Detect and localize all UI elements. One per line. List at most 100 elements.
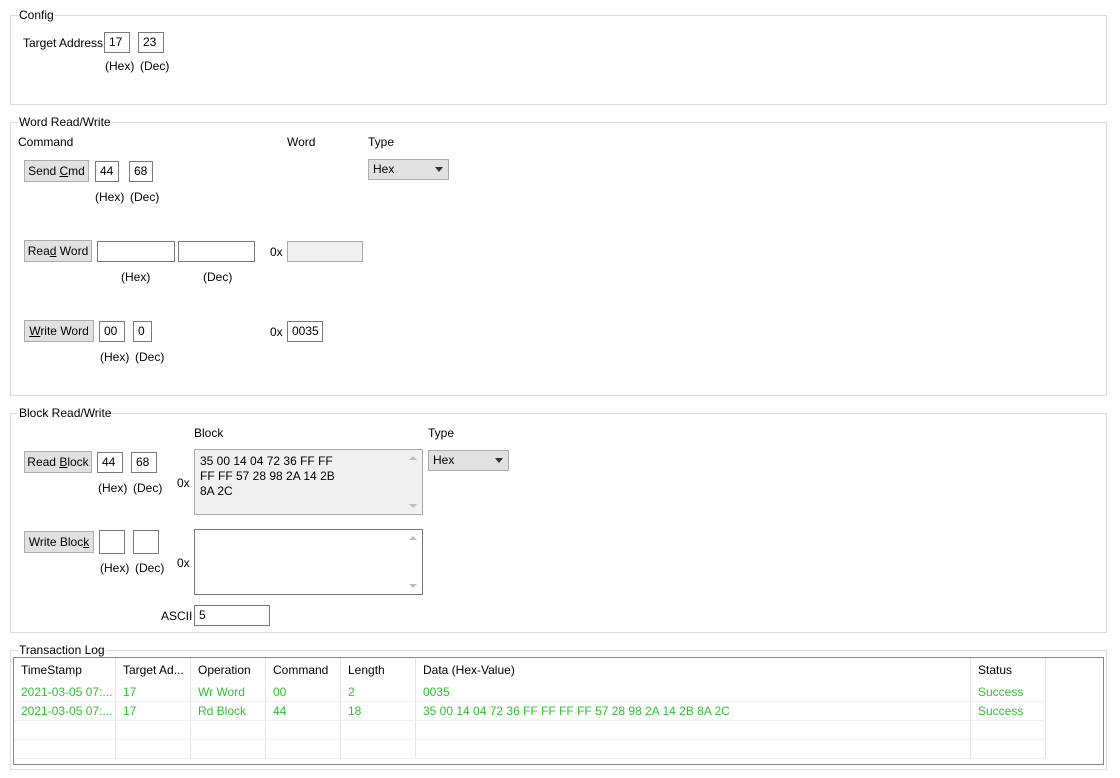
command-label: Command	[18, 135, 74, 149]
target-address-dec-field[interactable]: 23	[138, 32, 164, 53]
read-word-value-field	[287, 241, 363, 262]
column-header-filler	[1046, 658, 1103, 682]
write-block-textarea[interactable]	[194, 529, 423, 595]
read-block-scrollbar[interactable]	[405, 450, 422, 514]
column-header-target-address[interactable]: Target Ad...	[116, 658, 191, 682]
read-block-line: FF FF 57 28 98 2A 14 2B	[200, 469, 335, 483]
table-row[interactable]: 2	[341, 683, 416, 702]
table-row[interactable]: 2021-03-05 07:...	[14, 683, 116, 702]
read-block-hex-label: (Hex)	[98, 481, 128, 495]
ascii-label: ASCII	[161, 609, 193, 623]
target-dec-label: (Dec)	[140, 59, 170, 73]
word-type-select[interactable]: Hex	[368, 159, 449, 180]
read-block-line: 8A 2C	[200, 484, 233, 498]
column-header-operation[interactable]: Operation	[191, 658, 266, 682]
empty-row-cell	[191, 721, 266, 740]
word-type-value: Hex	[373, 162, 395, 176]
send-cmd-dec-label: (Dec)	[130, 190, 160, 204]
write-word-hex-field[interactable]: 00	[99, 321, 125, 342]
write-word-0x-label: 0x	[270, 325, 283, 339]
column-header-length[interactable]: Length	[341, 658, 416, 682]
block-type-label: Type	[428, 426, 455, 440]
write-word-dec-label: (Dec)	[135, 350, 165, 364]
table-row[interactable]: Success	[971, 702, 1046, 721]
send-cmd-hex-field[interactable]: 44	[95, 161, 119, 182]
empty-row-cell	[341, 740, 416, 759]
write-block-0x-label: 0x	[177, 556, 190, 570]
write-block-dec-label: (Dec)	[135, 561, 165, 575]
empty-row-cell	[14, 721, 116, 740]
read-block-button[interactable]: Read Block	[24, 451, 92, 473]
write-block-button[interactable]: Write Block	[24, 531, 94, 553]
table-row[interactable]: 44	[266, 702, 341, 721]
scroll-down-icon[interactable]	[409, 584, 417, 588]
table-row[interactable]: Wr Word	[191, 683, 266, 702]
target-hex-label: (Hex)	[105, 59, 135, 73]
empty-row-cell	[266, 740, 341, 759]
read-block-0x-label: 0x	[177, 476, 190, 490]
read-block-hex-field[interactable]: 44	[97, 452, 123, 473]
table-row[interactable]: 00	[266, 683, 341, 702]
table-row[interactable]: Success	[971, 683, 1046, 702]
empty-row-cell	[14, 740, 116, 759]
write-word-value-field[interactable]: 0035	[287, 321, 323, 342]
table-row[interactable]: 0035	[416, 683, 971, 702]
empty-row-cell	[971, 740, 1046, 759]
read-block-dec-label: (Dec)	[133, 481, 163, 495]
read-word-dec-field[interactable]	[178, 241, 255, 262]
block-label: Block	[194, 426, 224, 440]
config-title: Config	[18, 8, 55, 22]
transaction-log-grid[interactable]: TimeStamp Target Ad... Operation Command…	[13, 657, 1104, 765]
send-cmd-button[interactable]: Send Cmd	[24, 160, 89, 182]
scroll-down-icon[interactable]	[409, 504, 417, 508]
read-word-hex-field[interactable]	[97, 241, 175, 262]
empty-row-cell	[116, 740, 191, 759]
empty-row-cell	[341, 721, 416, 740]
table-row[interactable]: 17	[116, 702, 191, 721]
empty-row-cell	[191, 740, 266, 759]
send-cmd-hex-label: (Hex)	[95, 190, 125, 204]
table-row[interactable]: 17	[116, 683, 191, 702]
write-block-scrollbar[interactable]	[405, 530, 422, 594]
empty-row-cell	[971, 721, 1046, 740]
read-word-dec-label: (Dec)	[203, 270, 233, 284]
empty-row-cell	[416, 740, 971, 759]
log-title: Transaction Log	[18, 643, 106, 657]
scroll-up-icon[interactable]	[409, 536, 417, 540]
chevron-down-icon	[495, 458, 503, 463]
write-word-hex-label: (Hex)	[100, 350, 130, 364]
empty-row-cell	[116, 721, 191, 740]
read-word-button[interactable]: Read Word	[24, 240, 92, 262]
empty-row-cell	[416, 721, 971, 740]
write-block-hex-field[interactable]	[99, 530, 125, 554]
block-type-select[interactable]: Hex	[428, 450, 509, 471]
write-block-dec-field[interactable]	[133, 530, 159, 554]
block-type-value: Hex	[433, 453, 455, 467]
column-header-status[interactable]: Status	[971, 658, 1046, 682]
table-row[interactable]: Rd Block	[191, 702, 266, 721]
target-address-hex-field[interactable]: 17	[104, 32, 130, 53]
ascii-field[interactable]: 5	[194, 605, 270, 626]
read-word-0x-label: 0x	[270, 245, 283, 259]
write-block-hex-label: (Hex)	[100, 561, 130, 575]
empty-row-cell	[266, 721, 341, 740]
send-cmd-dec-field[interactable]: 68	[129, 161, 153, 182]
scroll-up-icon[interactable]	[409, 456, 417, 460]
table-row[interactable]: 18	[341, 702, 416, 721]
table-row[interactable]: 2021-03-05 07:...	[14, 702, 116, 721]
block-rw-group: Block Read/Write	[10, 406, 1107, 633]
config-group: Config	[10, 8, 1107, 105]
write-word-button[interactable]: Write Word	[24, 320, 94, 342]
word-type-label: Type	[368, 135, 395, 149]
column-header-command[interactable]: Command	[266, 658, 341, 682]
column-header-timestamp[interactable]: TimeStamp	[14, 658, 116, 682]
read-block-line: 35 00 14 04 72 36 FF FF	[200, 454, 333, 468]
word-label: Word	[287, 135, 316, 149]
read-word-hex-label: (Hex)	[121, 270, 151, 284]
column-header-data[interactable]: Data (Hex-Value)	[416, 658, 971, 682]
read-block-textarea[interactable]: 35 00 14 04 72 36 FF FF FF FF 57 28 98 2…	[194, 449, 423, 515]
read-block-dec-field[interactable]: 68	[131, 452, 157, 473]
table-row[interactable]: 35 00 14 04 72 36 FF FF FF FF 57 28 98 2…	[416, 702, 971, 721]
chevron-down-icon	[435, 167, 443, 172]
write-word-dec-field[interactable]: 0	[133, 321, 152, 342]
